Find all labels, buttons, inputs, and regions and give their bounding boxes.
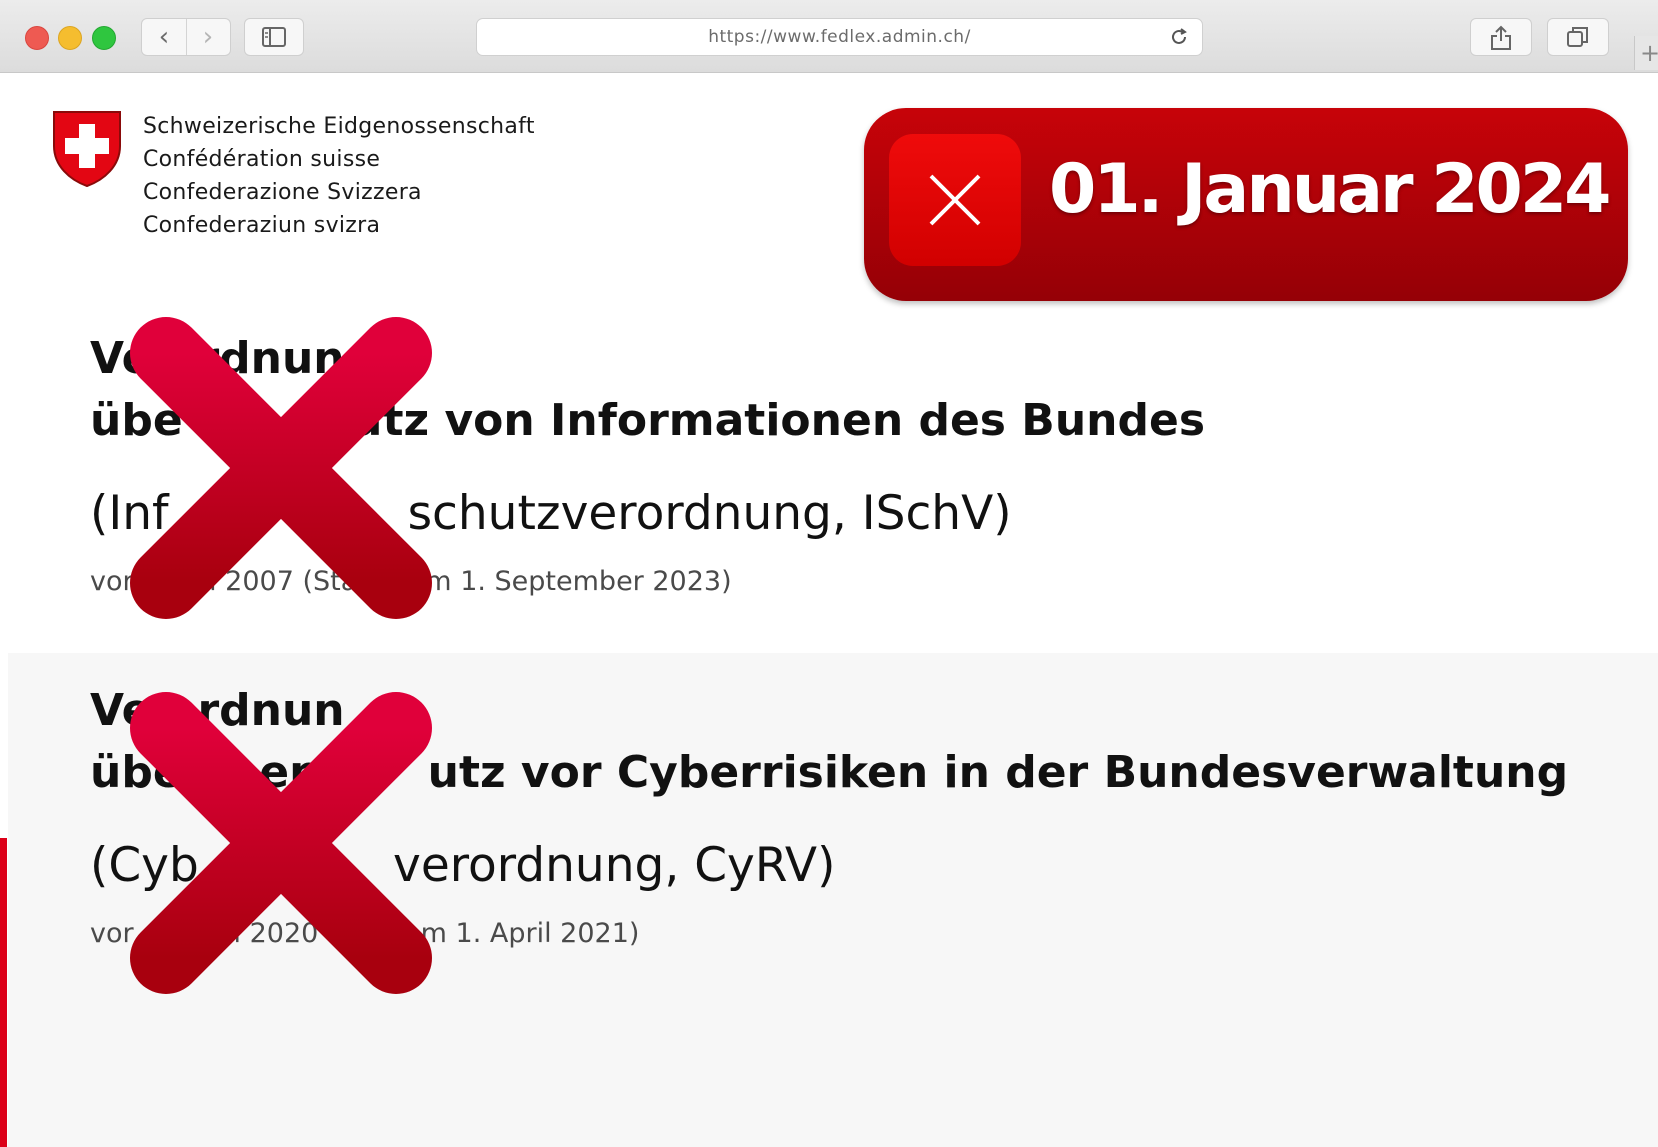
- accent-bar: [0, 838, 7, 1147]
- repealed-cross-icon: [130, 317, 432, 619]
- date-banner: 01. Januar 2024: [864, 108, 1628, 301]
- org-name-rm: Confederaziun svizra: [143, 213, 381, 238]
- x-icon: [929, 174, 981, 226]
- address-bar[interactable]: https://www.fedlex.admin.ch/: [476, 18, 1203, 56]
- show-tabs-button[interactable]: [1547, 18, 1609, 56]
- sidebar-toggle-button[interactable]: [244, 18, 304, 56]
- federal-administration-name: Schweizerische Eidgenossenschaft Confédé…: [143, 110, 535, 242]
- banner-date: 01. Januar 2024: [1049, 150, 1611, 229]
- org-name-it: Confederazione Svizzera: [143, 180, 422, 205]
- new-tab-button[interactable]: +: [1634, 36, 1658, 70]
- chevron-right-icon: ›: [202, 22, 214, 52]
- cancel-box: [889, 134, 1021, 266]
- reload-icon[interactable]: [1168, 26, 1190, 48]
- sidebar-icon: [262, 27, 286, 47]
- repealed-cross-icon: [130, 692, 432, 994]
- tabs-icon: [1567, 27, 1588, 47]
- navigation-buttons: ‹ ›: [141, 18, 231, 56]
- org-name-de: Schweizerische Eidgenossenschaft: [143, 114, 535, 139]
- share-button[interactable]: [1470, 18, 1532, 56]
- share-icon: [1491, 25, 1511, 50]
- maximize-window-button[interactable]: [92, 26, 116, 50]
- back-button[interactable]: ‹: [142, 19, 187, 55]
- swiss-crest-icon[interactable]: [52, 110, 122, 188]
- browser-toolbar: ‹ › https://www.fedlex.admin.ch/ +: [0, 0, 1658, 73]
- org-name-fr: Confédération suisse: [143, 147, 381, 172]
- minimize-window-button[interactable]: [58, 26, 82, 50]
- close-window-button[interactable]: [25, 26, 49, 50]
- forward-button[interactable]: ›: [186, 19, 230, 55]
- url-text: https://www.fedlex.admin.ch/: [708, 27, 971, 47]
- chevron-left-icon: ‹: [158, 22, 170, 52]
